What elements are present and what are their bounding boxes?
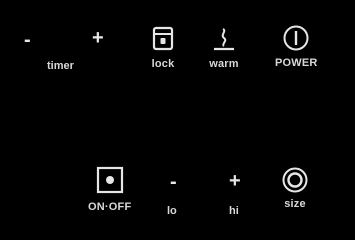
cooktop-control-panel: - + timer lock warm POWER ON·OFF - lo + … [0,0,355,240]
warm-button[interactable]: warm [207,26,241,70]
warm-icon [207,26,241,52]
lock-label: lock [151,58,175,70]
hi-plus-button[interactable]: + [229,171,241,191]
size-label: size [284,198,306,210]
lock-icon [146,26,180,52]
lo-minus-button[interactable]: - [170,172,177,192]
hi-label: hi [229,205,239,217]
size-button[interactable]: size [278,167,312,210]
timer-label: timer [47,60,74,72]
size-icon [278,167,312,193]
on-off-icon [90,165,130,195]
lock-button[interactable]: lock [146,26,180,70]
on-off-button[interactable]: ON·OFF [88,165,131,213]
on-off-label: ON·OFF [88,201,132,213]
power-icon [279,25,313,51]
lo-label: lo [167,205,177,217]
timer-minus-button[interactable]: - [24,30,31,50]
power-label: POWER [275,57,318,69]
timer-plus-button[interactable]: + [92,28,104,48]
power-button[interactable]: POWER [275,25,318,69]
warm-label: warm [209,58,239,70]
